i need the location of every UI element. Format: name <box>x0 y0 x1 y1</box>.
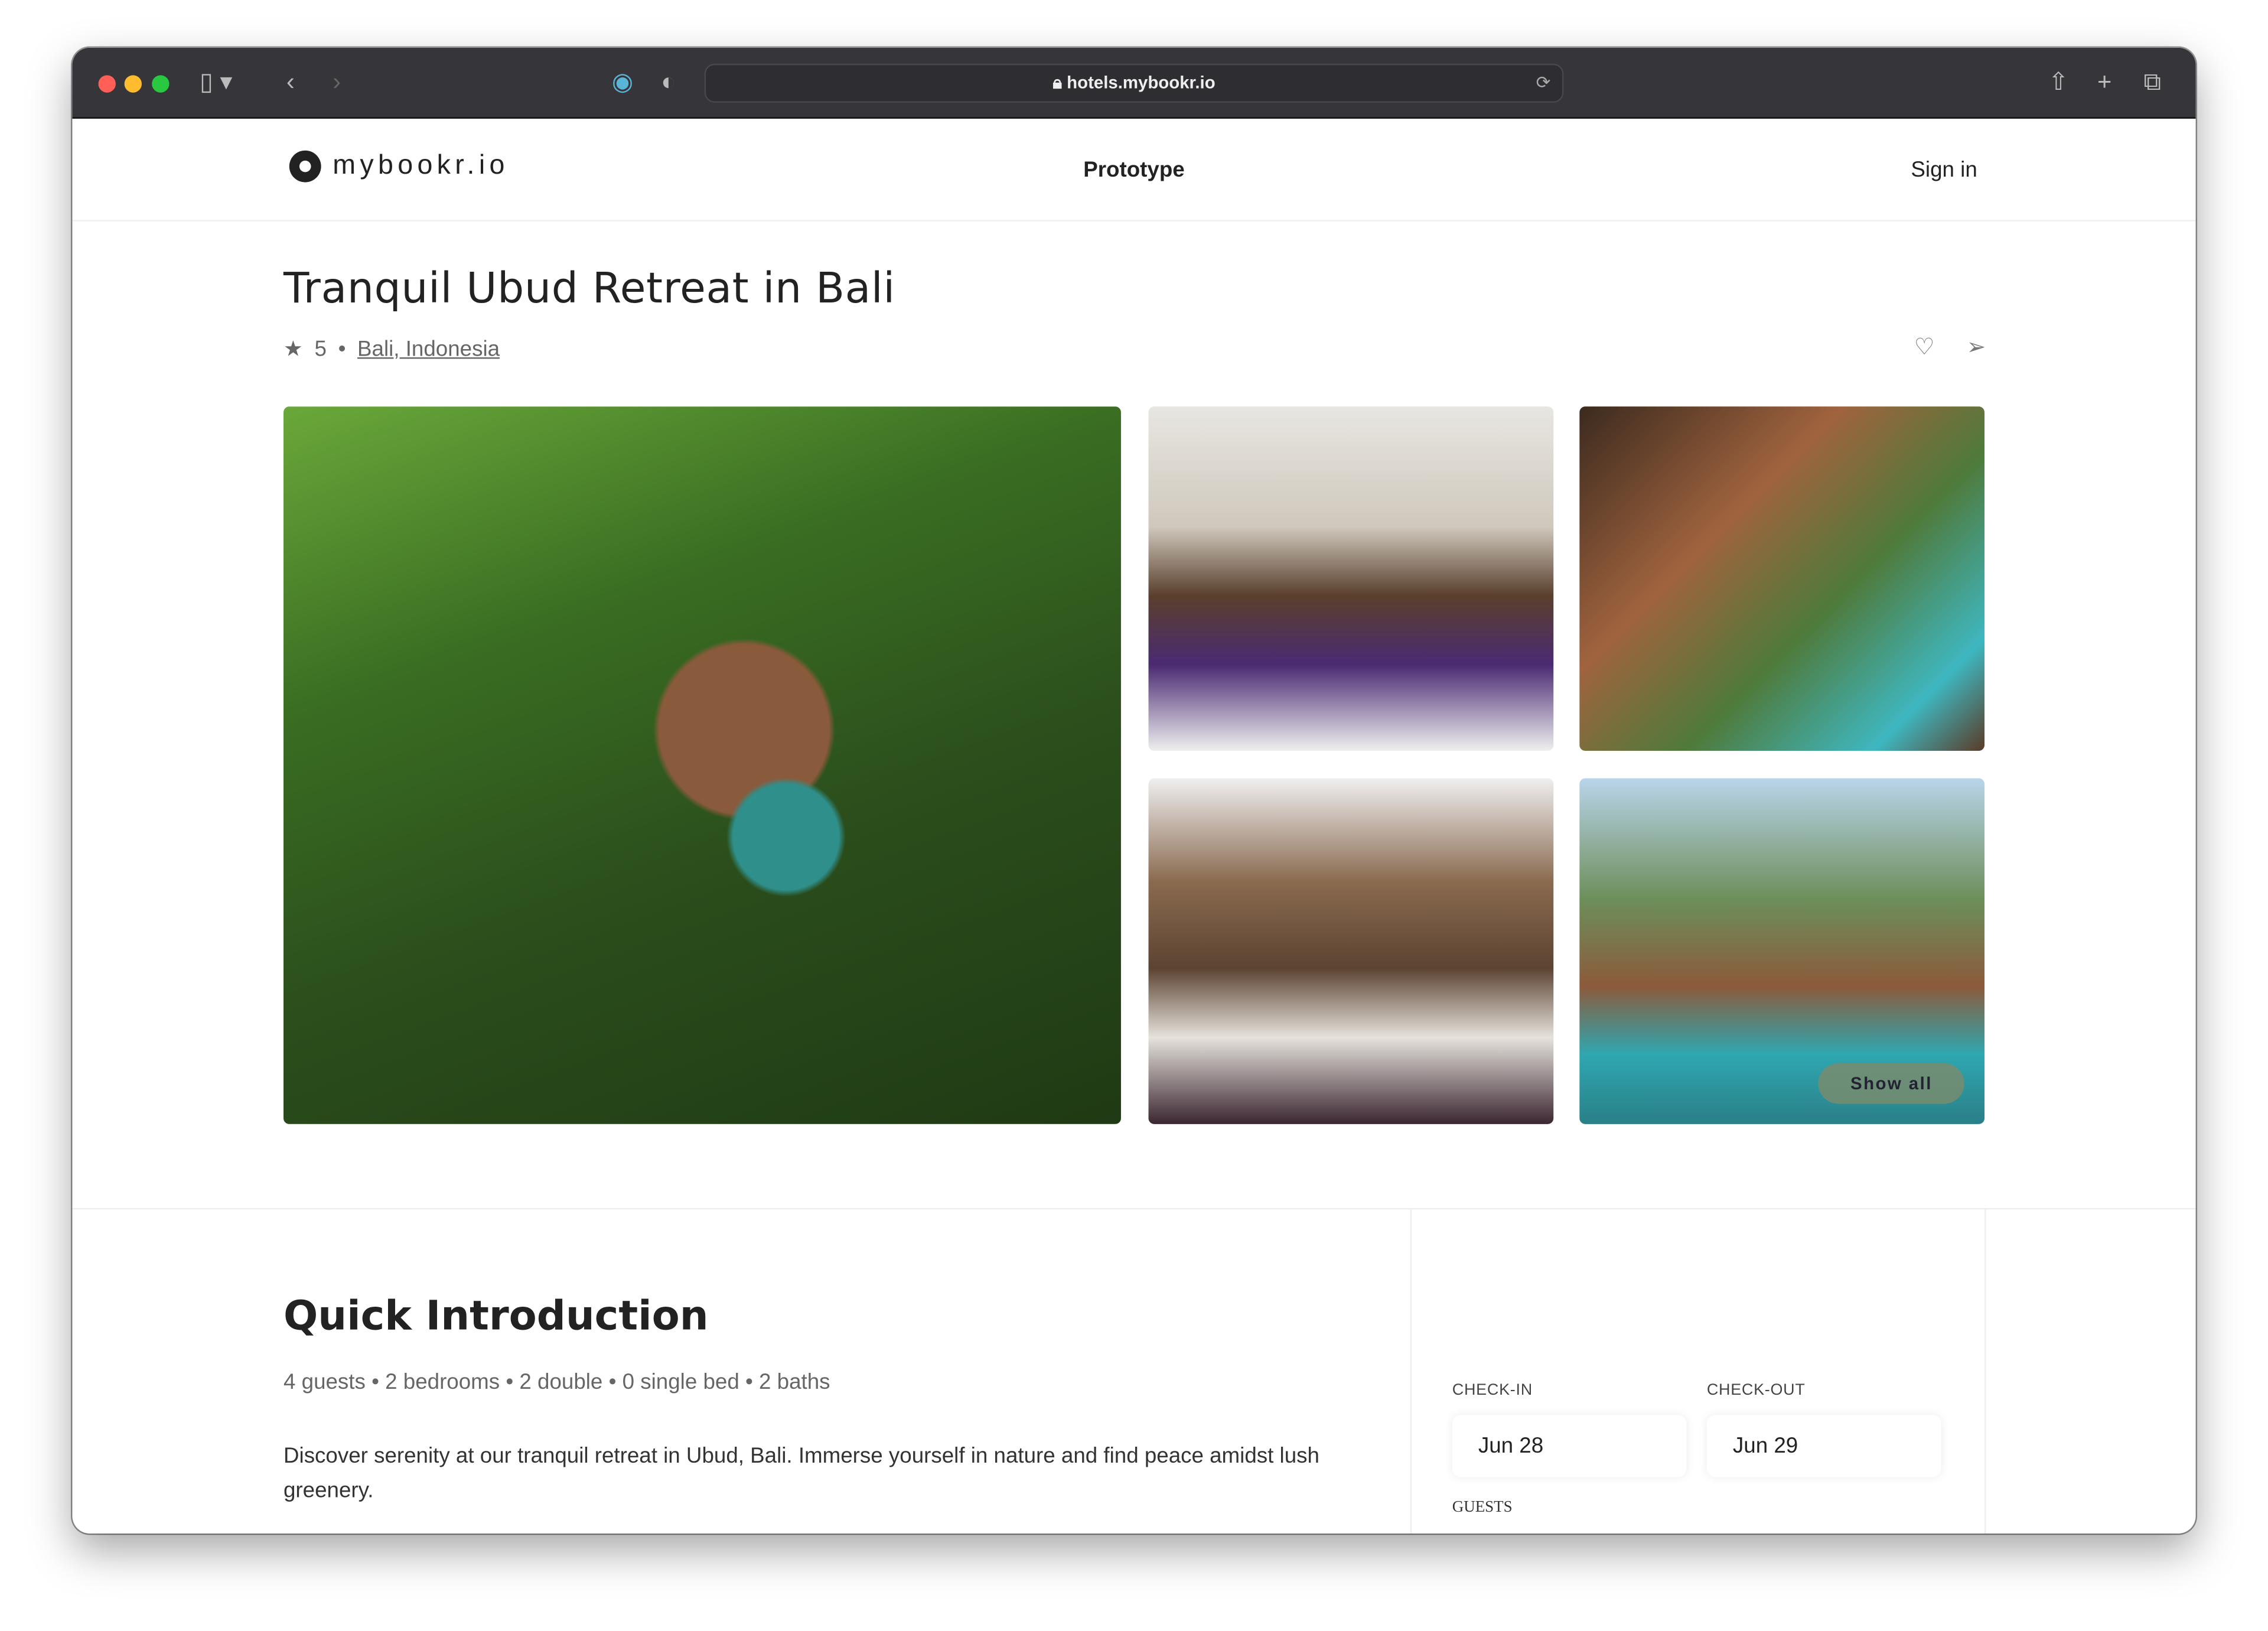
minimize-window-button[interactable] <box>124 75 142 93</box>
intro-description: Discover serenity at our tranquil retrea… <box>284 1444 1319 1503</box>
checkout-label: CHECK-OUT <box>1706 1381 1806 1399</box>
rating: 5 <box>314 336 327 362</box>
booking-panel-border <box>1410 1209 1412 1534</box>
listing-meta: ★ 5 • Bali, Indonesia <box>284 336 500 362</box>
heart-icon[interactable]: ♡ <box>1914 333 1935 362</box>
photo-bedroom-wooden[interactable] <box>1148 778 1554 1124</box>
browser-window: ▯ ▾ ‹ › ◉ ◐ 🔒︎ hotels.mybookr.io ⟳ ⇧ + ⧉ … <box>72 47 2196 1534</box>
lock-icon: 🔒︎ <box>1052 72 1067 93</box>
share-icon[interactable]: ⇧ <box>2048 68 2069 97</box>
photo-main-aerial[interactable] <box>284 406 1121 1124</box>
intro-heading: Quick Introduction <box>284 1291 709 1340</box>
share-send-icon[interactable]: ➢ <box>1967 333 1986 362</box>
address-bar[interactable]: 🔒︎ hotels.mybookr.io ⟳ <box>704 63 1564 103</box>
nav-prototype: Prototype <box>1083 157 1185 183</box>
intro-details: 4 guests • 2 bedrooms • 2 double • 0 sin… <box>284 1370 830 1395</box>
browser-toolbar: ▯ ▾ ‹ › ◉ ◐ 🔒︎ hotels.mybookr.io ⟳ ⇧ + ⧉ <box>72 47 2196 119</box>
maximize-window-button[interactable] <box>152 75 170 93</box>
url-text: hotels.mybookr.io <box>1067 72 1216 93</box>
forward-icon[interactable]: › <box>333 68 341 97</box>
show-all-photos-button[interactable]: Show all <box>1819 1063 1964 1104</box>
sidebar-toggle-icon[interactable]: ▯ ▾ <box>200 68 232 97</box>
reload-icon[interactable]: ⟳ <box>1536 65 1551 101</box>
photo-bedroom-canopy[interactable] <box>1148 406 1554 751</box>
password-manager-icon[interactable]: ◉ <box>612 68 633 97</box>
tabs-overview-icon[interactable]: ⧉ <box>2143 68 2161 97</box>
site-header: mybookr.io Prototype Sign in <box>72 119 2196 222</box>
checkin-label: CHECK-IN <box>1452 1381 1533 1399</box>
back-icon[interactable]: ‹ <box>286 68 295 97</box>
sign-in-link[interactable]: Sign in <box>1911 158 1977 183</box>
new-tab-icon[interactable]: + <box>2097 68 2111 97</box>
photo-garden-pool[interactable]: Show all <box>1579 778 1985 1124</box>
page-title: Tranquil Ubud Retreat in Bali <box>284 263 895 312</box>
location-link[interactable]: Bali, Indonesia <box>357 336 500 361</box>
section-divider <box>72 1207 2196 1210</box>
shield-icon[interactable]: ◐ <box>661 68 676 97</box>
checkout-field[interactable]: Jun 29 <box>1706 1415 1941 1477</box>
photo-veranda[interactable] <box>1579 406 1985 751</box>
close-window-button[interactable] <box>98 75 116 93</box>
star-icon: ★ <box>284 337 303 362</box>
checkin-field[interactable]: Jun 28 <box>1452 1415 1687 1477</box>
guests-label: GUESTS <box>1452 1499 1513 1516</box>
booking-panel-border <box>1984 1209 1986 1534</box>
